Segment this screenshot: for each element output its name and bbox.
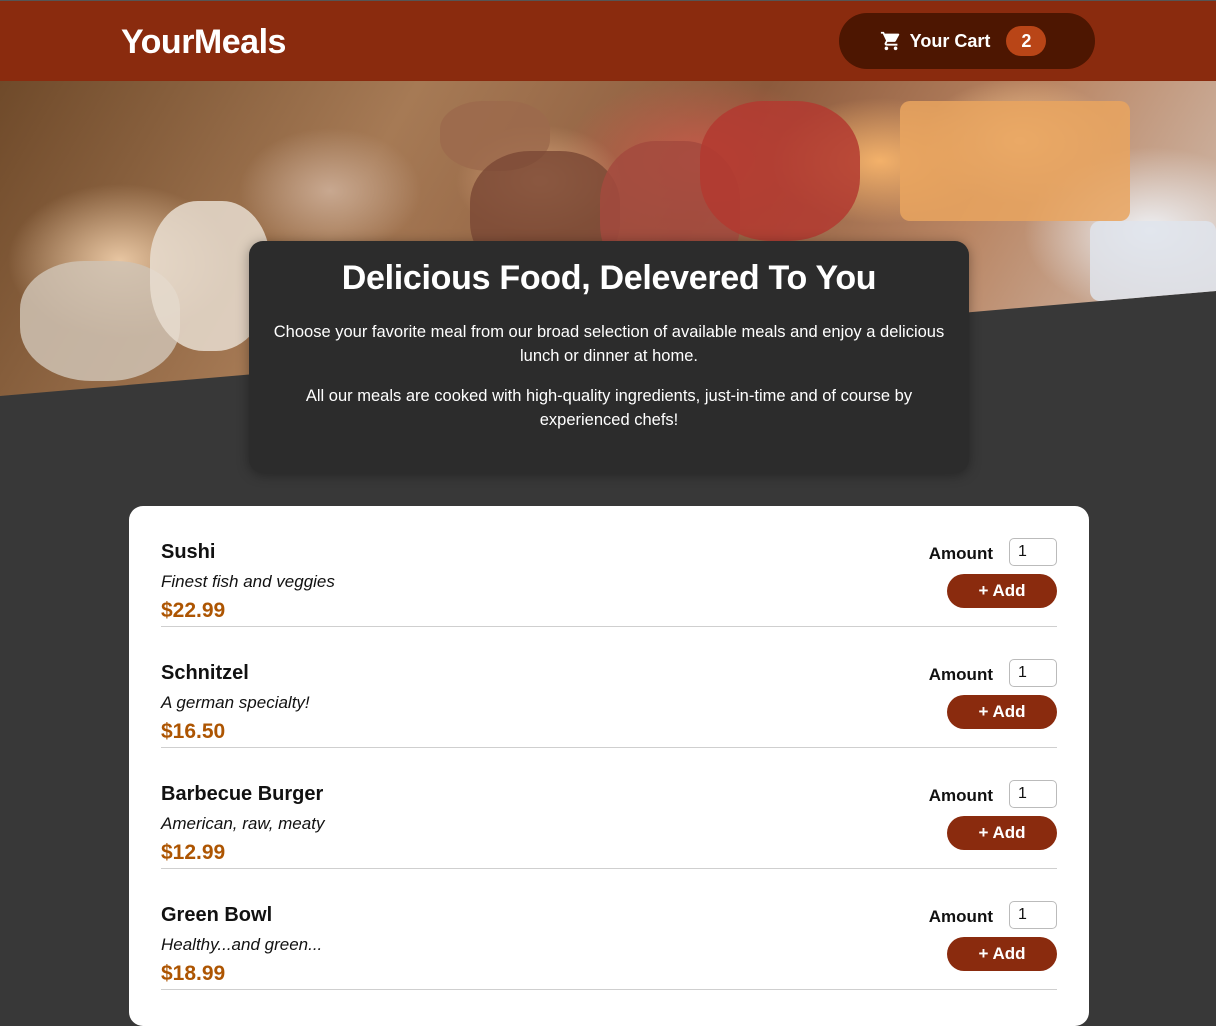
meal-name: Sushi [161, 541, 216, 563]
meal-name: Schnitzel [161, 662, 249, 684]
amount-label: Amount [928, 786, 993, 805]
cart-count-badge: 2 [1006, 26, 1047, 56]
cart-label: Your Cart [909, 30, 991, 51]
add-to-cart-button[interactable]: + Add [947, 695, 1057, 729]
meal-item: Sushi Finest fish and veggies $22.99 Amo… [161, 506, 1057, 627]
summary-paragraph-2: All our meals are cooked with high-quali… [305, 387, 913, 429]
amount-input[interactable] [1009, 780, 1057, 808]
amount-input[interactable] [1009, 538, 1057, 566]
meal-price: $18.99 [161, 962, 226, 985]
amount-label: Amount [928, 665, 993, 684]
meal-name: Barbecue Burger [161, 783, 324, 805]
cart-button[interactable]: Your Cart 2 [839, 13, 1095, 69]
add-to-cart-button[interactable]: + Add [947, 937, 1057, 971]
shopping-cart-icon [880, 30, 902, 52]
meal-description: Finest fish and veggies [161, 572, 335, 591]
amount-label: Amount [928, 907, 993, 926]
meals-list: Sushi Finest fish and veggies $22.99 Amo… [129, 506, 1089, 1026]
meal-description: A german specialty! [161, 693, 310, 712]
meal-price: $12.99 [161, 841, 226, 864]
amount-input[interactable] [1009, 659, 1057, 687]
amount-label: Amount [928, 544, 993, 563]
meal-item: Schnitzel A german specialty! $16.50 Amo… [161, 627, 1057, 748]
meal-price: $22.99 [161, 599, 226, 622]
amount-input[interactable] [1009, 901, 1057, 929]
summary-card: Delicious Food, Delevered To You Choose … [249, 241, 969, 473]
summary-title: Delicious Food, Delevered To You [341, 259, 877, 297]
add-to-cart-button[interactable]: + Add [947, 816, 1057, 850]
summary-paragraph-1: Choose your favorite meal from our broad… [273, 323, 945, 365]
app-header: YourMeals Your Cart 2 [0, 0, 1216, 81]
app-logo: YourMeals [121, 23, 286, 61]
meal-description: Healthy...and green... [161, 935, 323, 954]
meal-description: American, raw, meaty [161, 814, 325, 833]
meal-item: Barbecue Burger American, raw, meaty $12… [161, 748, 1057, 869]
meal-item: Green Bowl Healthy...and green... $18.99… [161, 869, 1057, 990]
meal-name: Green Bowl [161, 904, 273, 926]
add-to-cart-button[interactable]: + Add [947, 574, 1057, 608]
meal-price: $16.50 [161, 720, 226, 743]
